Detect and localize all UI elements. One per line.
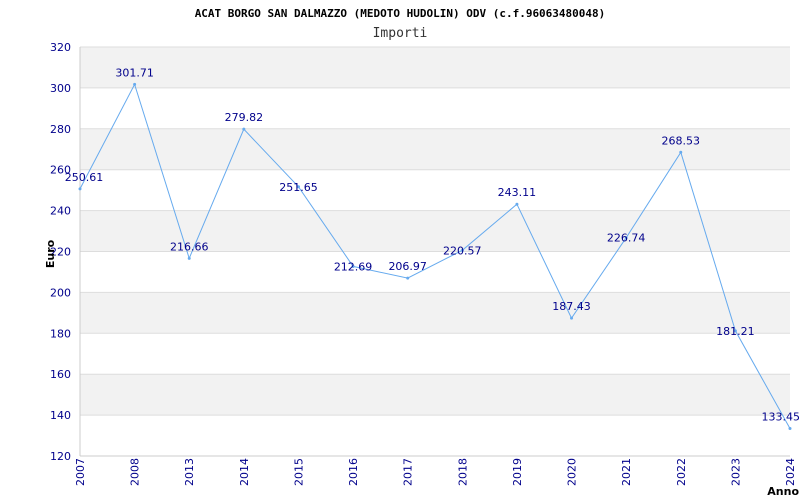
line-chart: ACAT BORGO SAN DALMAZZO (MEDOTO HUDOLIN)… (44, 7, 800, 498)
data-label: 181.21 (716, 325, 755, 338)
data-label: 243.11 (498, 186, 537, 199)
x-tick-label: 2019 (511, 458, 524, 486)
data-label: 212.69 (334, 260, 373, 273)
y-tick-label: 280 (50, 123, 71, 136)
data-label: 220.57 (443, 244, 482, 257)
x-tick-label: 2015 (292, 458, 305, 486)
y-tick-label: 180 (50, 327, 71, 340)
data-label: 251.65 (279, 181, 318, 194)
x-tick-label: 2014 (238, 458, 251, 486)
data-point (515, 202, 519, 206)
data-label: 133.45 (762, 410, 800, 423)
grid-band (80, 292, 790, 334)
x-tick-label: 2007 (74, 458, 87, 486)
x-tick-label: 2021 (620, 458, 633, 486)
y-tick-label: 240 (50, 205, 71, 218)
grid-band (80, 47, 790, 88)
x-tick-label: 2018 (456, 458, 469, 486)
y-tick-label: 160 (50, 368, 71, 381)
data-point (78, 187, 82, 191)
y-tick-label: 320 (50, 41, 71, 54)
y-axis-label: Euro (44, 239, 57, 268)
data-label: 216.66 (170, 240, 209, 253)
data-label: 187.43 (552, 300, 591, 313)
data-label: 301.71 (115, 66, 154, 79)
y-tick-label: 300 (50, 82, 71, 95)
grid-band (80, 374, 790, 416)
chart-subtitle: Importi (373, 26, 428, 41)
data-point (788, 426, 792, 430)
data-label: 250.61 (65, 171, 104, 184)
x-tick-label: 2023 (729, 458, 742, 486)
data-point (242, 127, 246, 131)
data-label: 226.74 (607, 232, 646, 245)
x-tick-label: 2022 (675, 458, 688, 486)
x-tick-label: 2024 (784, 458, 797, 486)
data-label: 206.97 (388, 260, 427, 273)
data-label: 279.82 (225, 111, 264, 124)
data-point (187, 256, 191, 260)
x-tick-label: 2016 (347, 458, 360, 486)
x-tick-label: 2017 (402, 458, 415, 486)
data-point (406, 276, 410, 280)
data-label: 268.53 (662, 134, 701, 147)
data-point (133, 82, 137, 86)
x-tick-label: 2008 (129, 458, 142, 486)
data-point (679, 150, 683, 154)
x-tick-label: 2020 (566, 458, 579, 486)
chart-title: ACAT BORGO SAN DALMAZZO (MEDOTO HUDOLIN)… (195, 7, 606, 20)
x-tick-label: 2013 (183, 458, 196, 486)
x-axis-label: Anno (767, 485, 799, 498)
y-tick-label: 120 (50, 450, 71, 463)
data-point (570, 316, 574, 320)
plot-area: 1201401601802002202402602803003202007 200… (50, 41, 800, 486)
y-tick-label: 200 (50, 286, 71, 299)
y-tick-label: 140 (50, 409, 71, 422)
